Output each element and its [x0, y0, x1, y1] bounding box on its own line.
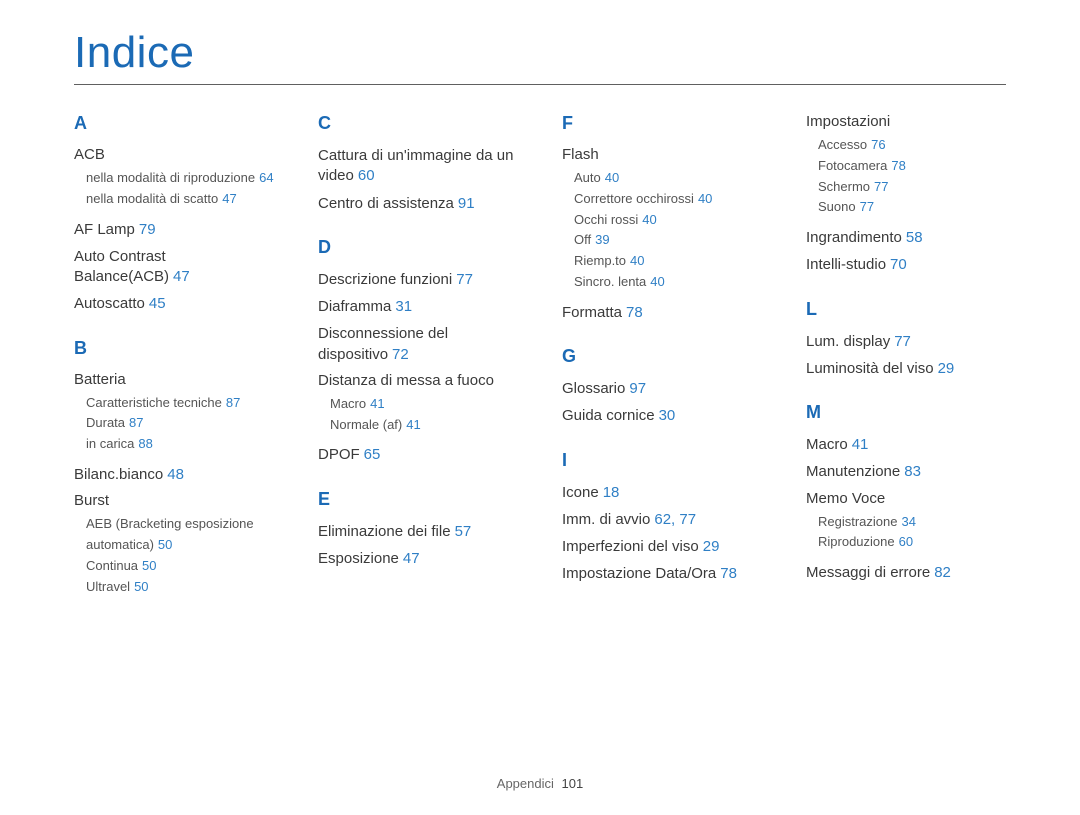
- column-1: A ACB nella modalità di riproduzione64 n…: [74, 113, 274, 607]
- title-rule: [74, 84, 1006, 85]
- sub-imp-3: Schermo77: [806, 177, 1006, 198]
- entry-manut: Manutenzione83: [806, 462, 1006, 482]
- entry-lumv: Luminosità del viso29: [806, 359, 1006, 379]
- sub-acb-2: nella modalità di scatto47: [74, 189, 274, 210]
- section-d: D: [318, 237, 518, 258]
- entry-imperf: Imperfezioni del viso29: [562, 537, 762, 557]
- entry-aflamp: AF Lamp79: [74, 220, 274, 240]
- sub-flash-1: Auto40: [562, 168, 762, 189]
- footer-label: Appendici: [497, 776, 554, 791]
- page-title: Indice: [74, 28, 1006, 78]
- sub-imp-4: Suono77: [806, 197, 1006, 218]
- entry-dist: Distanza di messa a fuoco: [318, 372, 518, 389]
- sub-flash-3: Occhi rossi40: [562, 210, 762, 231]
- sub-memo-1: Registrazione34: [806, 512, 1006, 533]
- sub-imp-1: Accesso76: [806, 135, 1006, 156]
- footer: Appendici 101: [0, 776, 1080, 791]
- entry-memo: Memo Voce: [806, 490, 1006, 507]
- entry-macro: Macro41: [806, 435, 1006, 455]
- entry-esp: Esposizione47: [318, 549, 518, 569]
- entry-icone: Icone18: [562, 483, 762, 503]
- entry-ingr: Ingrandimento58: [806, 228, 1006, 248]
- sub-dist-2: Normale (af)41: [318, 415, 518, 436]
- section-i: I: [562, 450, 762, 471]
- entry-batteria: Batteria: [74, 371, 274, 388]
- entry-guida: Guida cornice30: [562, 406, 762, 426]
- sub-batt-1: Caratteristiche tecniche87: [74, 393, 274, 414]
- index-columns: A ACB nella modalità di riproduzione64 n…: [74, 113, 1006, 607]
- entry-dpof: DPOF65: [318, 445, 518, 465]
- sub-acb-1: nella modalità di riproduzione64: [74, 168, 274, 189]
- sub-imp-2: Fotocamera78: [806, 156, 1006, 177]
- entry-elim: Eliminazione dei file57: [318, 522, 518, 542]
- footer-page: 101: [562, 776, 584, 791]
- entry-intelli: Intelli-studio70: [806, 255, 1006, 275]
- section-m: M: [806, 402, 1006, 423]
- sub-flash-5: Riemp.to40: [562, 251, 762, 272]
- section-b: B: [74, 338, 274, 359]
- entry-autoscatto: Autoscatto45: [74, 294, 274, 314]
- entry-acb: ACB: [74, 146, 274, 163]
- entry-glossario: Glossario97: [562, 379, 762, 399]
- entry-desc: Descrizione funzioni77: [318, 270, 518, 290]
- column-2: C Cattura di un'immagine da un video60 C…: [318, 113, 518, 607]
- sub-batt-3: in carica88: [74, 434, 274, 455]
- section-a: A: [74, 113, 274, 134]
- section-e: E: [318, 489, 518, 510]
- section-g: G: [562, 346, 762, 367]
- sub-flash-2: Correttore occhirossi40: [562, 189, 762, 210]
- entry-mess: Messaggi di errore82: [806, 563, 1006, 583]
- entry-formatta: Formatta78: [562, 303, 762, 323]
- section-f: F: [562, 113, 762, 134]
- entry-impostazioni: Impostazioni: [806, 113, 1006, 130]
- sub-burst-1: AEB (Bracketing esposizione automatica)5…: [74, 514, 274, 556]
- sub-memo-2: Riproduzione60: [806, 532, 1006, 553]
- sub-flash-4: Off39: [562, 230, 762, 251]
- sub-dist-1: Macro41: [318, 394, 518, 415]
- sub-burst-2: Continua50: [74, 556, 274, 577]
- entry-impdo: Impostazione Data/Ora78: [562, 564, 762, 584]
- column-3: F Flash Auto40 Correttore occhirossi40 O…: [562, 113, 762, 607]
- document-page: Indice A ACB nella modalità di riproduzi…: [0, 0, 1080, 607]
- entry-disc: Disconnessione del dispositivo72: [318, 324, 518, 365]
- entry-flash: Flash: [562, 146, 762, 163]
- entry-burst: Burst: [74, 492, 274, 509]
- section-c: C: [318, 113, 518, 134]
- sub-burst-3: Ultravel50: [74, 577, 274, 598]
- column-4: Impostazioni Accesso76 Fotocamera78 Sche…: [806, 113, 1006, 607]
- entry-autocb: Auto Contrast Balance(ACB)47: [74, 247, 274, 288]
- entry-centro: Centro di assistenza91: [318, 194, 518, 214]
- entry-cattura: Cattura di un'immagine da un video60: [318, 146, 518, 187]
- entry-bilanc: Bilanc.bianco48: [74, 465, 274, 485]
- sub-flash-6: Sincro. lenta40: [562, 272, 762, 293]
- sub-batt-2: Durata87: [74, 413, 274, 434]
- entry-lumd: Lum. display77: [806, 332, 1006, 352]
- entry-diaf: Diaframma31: [318, 297, 518, 317]
- entry-immavvio: Imm. di avvio62, 77: [562, 510, 762, 530]
- section-l: L: [806, 299, 1006, 320]
